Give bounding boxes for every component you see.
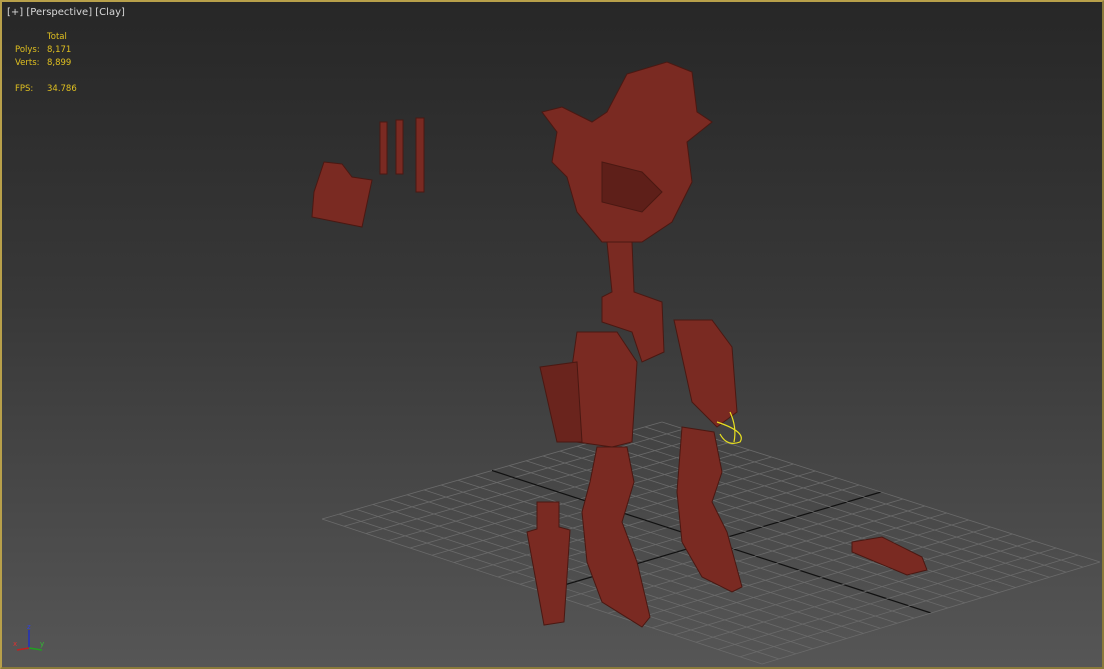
scene-canvas[interactable] — [2, 2, 1102, 667]
stats-header: Total — [47, 32, 67, 42]
verts-label: Verts: — [15, 58, 40, 68]
polys-label: Polys: — [15, 45, 40, 55]
robot-left-plate — [539, 361, 583, 443]
axis-tripod-icon: z x y — [13, 623, 44, 651]
viewport-plus-menu[interactable]: [+] — [7, 7, 23, 18]
viewport-shading-menu[interactable]: [Clay] — [95, 7, 125, 18]
viewport-label-menu: [+] [Perspective] [Clay] — [7, 7, 125, 18]
polys-value: 8,171 — [47, 45, 72, 55]
grid-line — [761, 561, 1101, 665]
robot-shoulder-piece — [311, 161, 373, 228]
fps-label: FPS: — [15, 84, 34, 94]
gizmo-y-label: y — [40, 640, 44, 648]
robot-pillar — [526, 501, 571, 626]
robot-left-shin — [581, 446, 651, 628]
viewport-pov-menu[interactable]: [Perspective] — [26, 7, 92, 18]
robot-bar-2 — [395, 119, 404, 175]
gizmo-x-label: x — [13, 640, 17, 648]
perspective-viewport[interactable]: [+] [Perspective] [Clay] Total Polys: 8,… — [0, 0, 1104, 669]
verts-value: 8,899 — [47, 58, 72, 68]
robot-bar-1 — [379, 121, 388, 175]
robot-bar-3 — [415, 117, 425, 193]
robot-right-thigh — [673, 319, 738, 428]
robot-right-shin — [676, 426, 743, 593]
robot-head — [541, 61, 713, 243]
robot-model — [311, 61, 928, 628]
gizmo-z-label: z — [27, 623, 31, 631]
robot-hand — [851, 536, 928, 576]
fps-value: 34.786 — [47, 84, 77, 94]
